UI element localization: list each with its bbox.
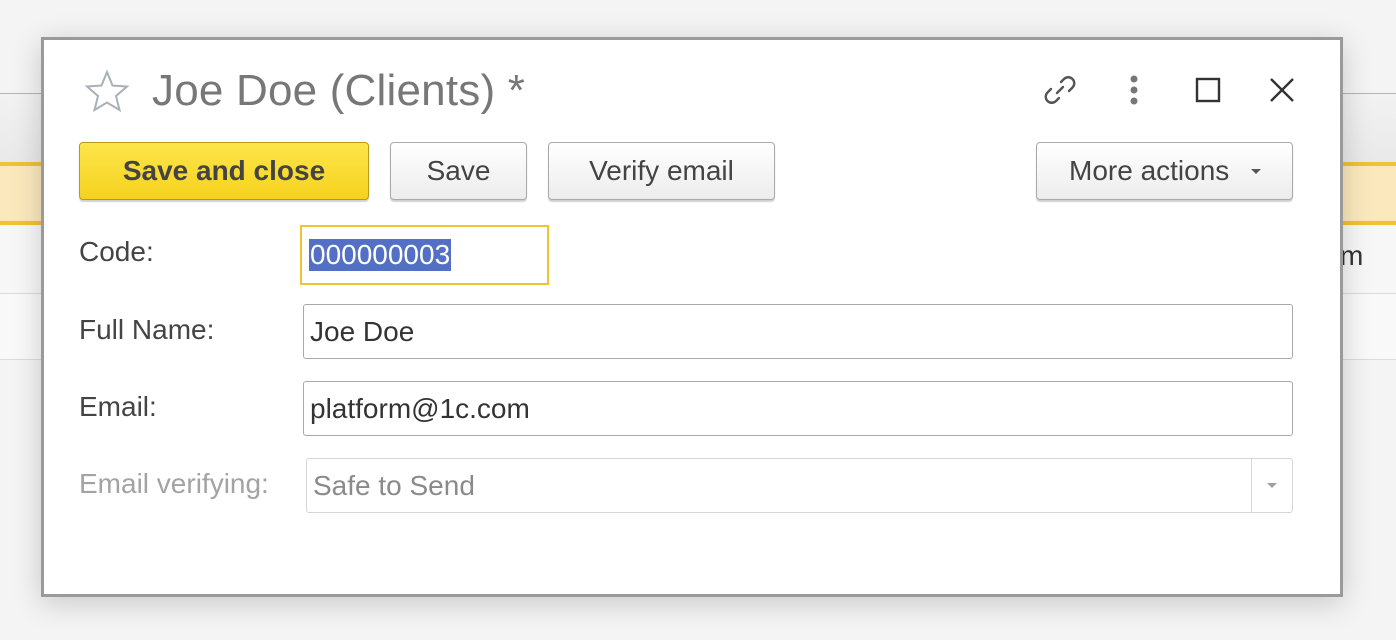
link-icon[interactable] xyxy=(1038,68,1082,112)
email-verifying-select[interactable]: Safe to Send xyxy=(306,458,1293,513)
chevron-down-icon xyxy=(1251,168,1262,174)
window-controls xyxy=(1008,68,1304,112)
background-row-text: m xyxy=(1340,240,1364,271)
maximize-icon[interactable] xyxy=(1186,68,1230,112)
more-actions-button[interactable]: More actions xyxy=(1036,142,1293,200)
dialog-title: Joe Doe (Clients) * xyxy=(152,66,526,115)
email-verifying-label: Email verifying: xyxy=(79,468,269,499)
email-label: Email: xyxy=(79,391,157,422)
save-button[interactable]: Save xyxy=(390,142,527,200)
more-actions-label: More actions xyxy=(1069,155,1230,186)
email-field[interactable]: platform@1c.com xyxy=(303,381,1293,436)
dropdown-button[interactable] xyxy=(1251,459,1292,512)
more-vertical-icon[interactable] xyxy=(1112,68,1156,112)
chevron-down-icon xyxy=(1267,483,1277,488)
close-icon[interactable] xyxy=(1260,68,1304,112)
save-and-close-button[interactable]: Save and close xyxy=(79,142,369,200)
full-name-label: Full Name: xyxy=(79,314,215,345)
code-label: Code: xyxy=(79,236,154,267)
email-verifying-value: Safe to Send xyxy=(313,469,475,501)
full-name-field[interactable]: Joe Doe xyxy=(303,304,1293,359)
email-value: platform@1c.com xyxy=(310,392,530,424)
code-value: 000000003 xyxy=(309,239,452,271)
code-field[interactable]: 000000003 xyxy=(300,225,549,285)
client-dialog: Joe Doe (Clients) * Save and close Save … xyxy=(41,37,1343,597)
star-icon[interactable] xyxy=(84,68,130,114)
full-name-value: Joe Doe xyxy=(310,315,415,347)
verify-email-button[interactable]: Verify email xyxy=(548,142,775,200)
dialog-header: Joe Doe (Clients) * xyxy=(84,66,525,116)
